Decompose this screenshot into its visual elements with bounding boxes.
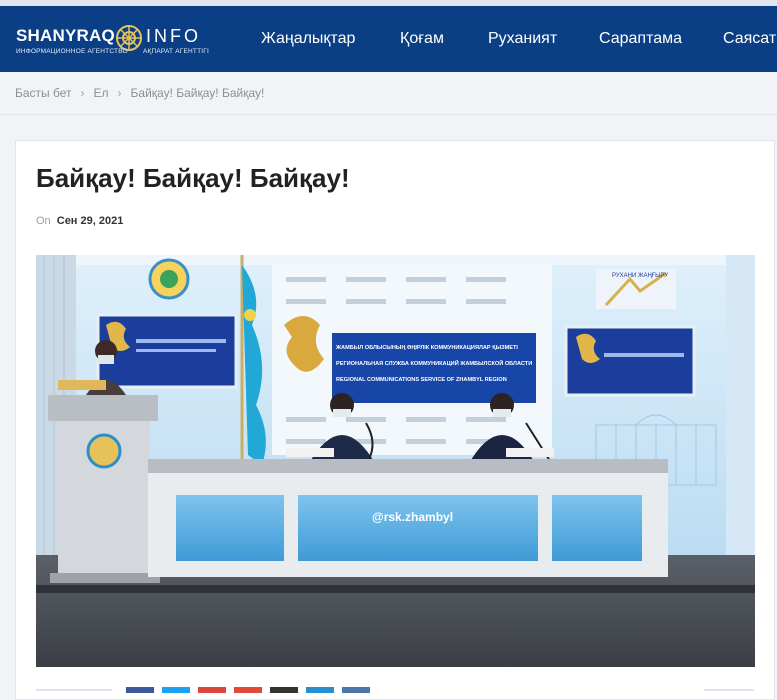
podium-base [50, 573, 160, 583]
logo-brand-right: INFO [146, 26, 201, 46]
right-wall [726, 255, 755, 555]
left-screen-text-bar [136, 349, 216, 352]
nav-item-politics[interactable]: Саясат [723, 30, 776, 48]
podium-top [48, 395, 158, 421]
breadcrumb-current: Байқау! Байқау! Байқау! [130, 86, 265, 100]
breadcrumb: Басты бет › Ел › Байқау! Байқау! Байқау! [15, 86, 264, 100]
nav-item-analysis[interactable]: Сараптама [599, 30, 682, 48]
site-navbar: SHANYRAQ INFO ИНФОРМАЦИОННОЕ АГЕНТСТВО А… [0, 6, 777, 72]
logo-brand-left: SHANYRAQ [16, 26, 115, 45]
nameplate-right [506, 448, 554, 457]
desk-panel-right [552, 495, 642, 561]
banner-line-kaz: ЖАМБЫЛ ОБЛЫСЫНЫҢ ӨҢІРЛІК КОММУНИКАЦИЯЛАР… [335, 345, 518, 351]
left-screen-text-bar [136, 339, 226, 343]
googleplus-share-icon[interactable] [234, 687, 262, 693]
central-banner [332, 333, 536, 403]
logo-subtitle-left: ИНФОРМАЦИОННОЕ АГЕНТСТВО [16, 48, 128, 55]
banner-line-rus: РЕГИОНАЛЬНАЯ СЛУЖБА КОММУНИКАЦИЙ ЖАМБЫЛС… [336, 359, 532, 367]
emblem-badge-center [160, 270, 178, 288]
desk-handle: @rsk.zhambyl [372, 510, 453, 524]
twitter-share-icon[interactable] [162, 687, 190, 693]
share-divider [36, 689, 112, 691]
breadcrumb-chevron-icon: › [117, 86, 122, 100]
article-title: Байқау! Байқау! Байқау! [36, 163, 350, 193]
pinterest-share-icon[interactable] [198, 687, 226, 693]
site-logo[interactable]: SHANYRAQ INFO ИНФОРМАЦИОННОЕ АГЕНТСТВО А… [16, 22, 216, 62]
desk-top [148, 459, 668, 473]
share-buttons-row [36, 683, 755, 693]
breadcrumb-chevron-icon: › [80, 86, 85, 100]
meta-prefix: On [36, 215, 51, 227]
logo-subtitle-right: АҚПАРАТ АГЕНТТІГІ [143, 48, 209, 55]
sign-caption: РУХАНИ ЖАҢҒЫРУ [612, 273, 668, 279]
desk-panel-left [176, 495, 284, 561]
banner-line-eng: REGIONAL COMMUNICATIONS SERVICE OF ZHAMB… [336, 377, 507, 383]
header-divider [0, 114, 777, 115]
nav-item-society[interactable]: Қоғам [400, 30, 444, 48]
podium-emblem [86, 433, 122, 469]
email-share-icon[interactable] [270, 687, 298, 693]
stage-edge [36, 585, 755, 593]
article-photo[interactable]: ЖАМБЫЛ ОБЛЫСЫНЫҢ ӨҢІРЛІК КОММУНИКАЦИЯЛАР… [36, 255, 755, 667]
article-date: Сен 29, 2021 [56, 215, 124, 227]
nameplate-left [286, 448, 334, 457]
podium-nameplate [58, 380, 106, 390]
speaker-man-right-mask [493, 409, 511, 417]
nav-item-news[interactable]: Жаңалықтар [261, 30, 355, 48]
nav-item-spirituality[interactable]: Руханият [488, 30, 557, 48]
telegram-share-icon[interactable] [306, 687, 334, 693]
share-divider-right [704, 689, 754, 691]
vk-share-icon[interactable] [342, 687, 370, 693]
article-card: Байқау! Байқау! Байқау! On Сен 29, 2021 [15, 140, 775, 700]
facebook-share-icon[interactable] [126, 687, 154, 693]
desk-panel-center [298, 495, 538, 561]
breadcrumb-home[interactable]: Басты бет [15, 86, 72, 100]
article-meta: On Сен 29, 2021 [36, 215, 123, 227]
flag-sun [244, 309, 256, 321]
speaker-woman-mask [98, 355, 114, 364]
right-screen-text-bar [604, 353, 684, 357]
speaker-man-left-mask [333, 409, 351, 417]
breadcrumb-category[interactable]: Ел [94, 86, 109, 100]
